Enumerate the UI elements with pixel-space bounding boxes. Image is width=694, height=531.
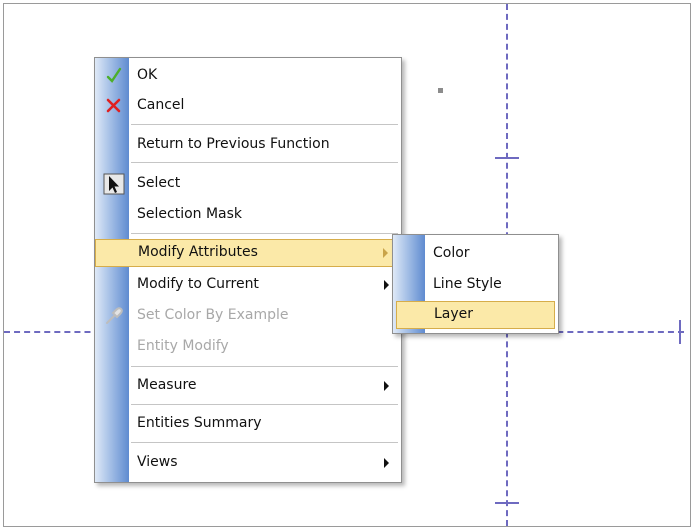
menu-item-set-color-by-example: Set Color By Example [95,302,401,330]
menu-item-label: Color [433,245,470,261]
submenu-item-line-style[interactable]: Line Style [393,271,558,299]
menu-item-select[interactable]: Select [95,170,401,198]
menu-item-label: Layer [434,306,474,322]
axis-tick-top [495,157,519,159]
menu-item-selection-mask[interactable]: Selection Mask [95,201,401,229]
menu-item-return-to-previous-function[interactable]: Return to Previous Function [95,131,401,159]
menu-item-views[interactable]: Views [95,449,401,477]
context-menu: OK Cancel Return to Previous Function Se… [94,57,402,483]
axis-tick-bottom [495,502,519,504]
menu-item-label: Set Color By Example [137,307,289,323]
submenu-item-color[interactable]: Color [393,240,558,268]
menu-item-ok[interactable]: OK [95,62,401,90]
entity-point[interactable] [438,88,443,93]
menu-item-modify-to-current[interactable]: Modify to Current [95,271,401,299]
menu-separator [131,404,398,405]
modify-attributes-submenu: Color Line Style Layer [392,234,559,334]
menu-item-label: Modify Attributes [138,244,258,260]
menu-item-label: Views [137,454,178,470]
menu-item-label: Line Style [433,276,502,292]
submenu-item-layer[interactable]: Layer [396,301,555,329]
cursor-arrow-icon [103,173,125,195]
menu-item-modify-attributes[interactable]: Modify Attributes [95,239,401,267]
menu-separator [131,162,398,163]
menu-separator [131,233,398,234]
cad-drawing-area[interactable]: OK Cancel Return to Previous Function Se… [0,0,694,531]
menu-item-cancel[interactable]: Cancel [95,92,401,120]
menu-separator [131,124,398,125]
menu-item-label: Selection Mask [137,206,243,222]
menu-item-label: Measure [137,377,197,393]
x-icon [106,98,121,113]
submenu-arrow-icon [384,458,389,468]
menu-item-label: Entity Modify [137,338,229,354]
menu-separator [131,442,398,443]
menu-item-label: Select [137,175,181,191]
menu-separator [131,366,398,367]
menu-item-label: OK [137,67,158,83]
menu-item-label: Entities Summary [137,415,262,431]
submenu-arrow-icon [384,381,389,391]
check-icon [106,67,122,83]
eyedropper-icon [106,307,123,324]
submenu-arrow-icon [384,280,389,290]
submenu-arrow-icon [383,248,388,258]
axis-tick-right [679,320,681,344]
menu-item-label: Cancel [137,97,185,113]
menu-item-entities-summary[interactable]: Entities Summary [95,410,401,438]
menu-item-label: Return to Previous Function [137,136,330,152]
menu-item-entity-modify: Entity Modify [95,333,401,361]
menu-item-measure[interactable]: Measure [95,372,401,400]
menu-item-label: Modify to Current [137,276,259,292]
